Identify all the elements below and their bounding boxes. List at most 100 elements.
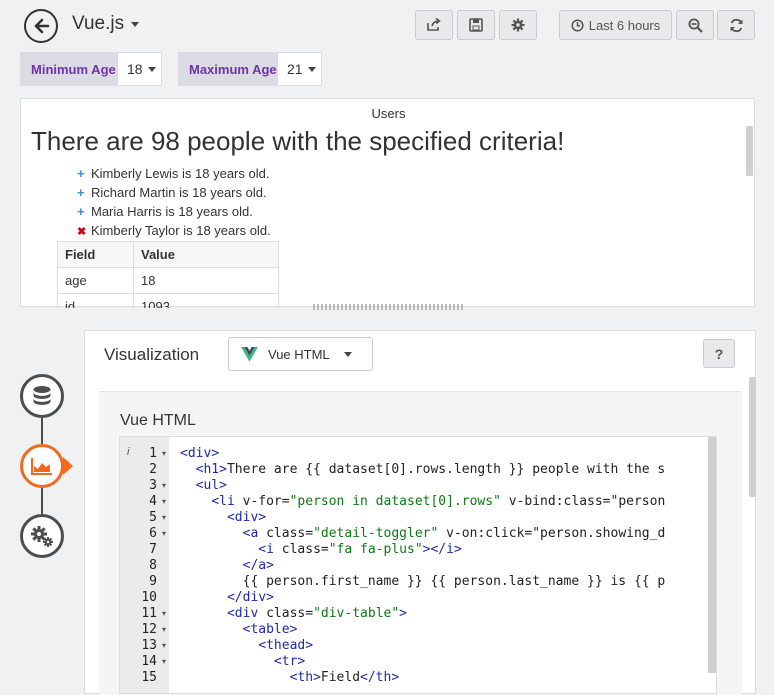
active-step-pointer <box>63 457 73 475</box>
dashboard-title-text: Vue.js <box>72 13 125 34</box>
caret-down-icon <box>343 351 352 357</box>
cogs-icon <box>31 526 53 547</box>
fold-toggle-icon[interactable]: ▾ <box>162 657 166 666</box>
list-item[interactable]: + Kimberly Lewis is 18 years old. <box>77 166 269 181</box>
close-icon[interactable]: ✖ <box>77 225 91 238</box>
list-item[interactable]: + Maria Harris is 18 years old. <box>77 204 253 219</box>
save-icon <box>469 18 483 32</box>
line-number: 13 <box>141 638 157 653</box>
visualization-label: Visualization <box>104 345 200 364</box>
line-number: 12 <box>141 622 157 637</box>
step-visualization[interactable] <box>20 444 64 488</box>
time-range-label: Last 6 hours <box>588 17 661 33</box>
chevron-down-icon <box>131 21 140 27</box>
arrow-left-icon <box>34 18 50 34</box>
code-line[interactable]: <ul> <box>180 478 227 493</box>
table-row: id 1093 <box>57 293 279 308</box>
settings-button[interactable] <box>499 10 537 40</box>
variable-select-max-age[interactable]: 21 <box>277 52 322 86</box>
fold-toggle-icon[interactable]: ▾ <box>162 513 166 522</box>
step-queries[interactable] <box>20 374 64 418</box>
code-line[interactable]: <div> <box>180 446 219 461</box>
fold-toggle-icon[interactable]: ▾ <box>162 481 166 490</box>
share-icon <box>427 18 441 31</box>
editor-scrollbar[interactable] <box>749 377 756 497</box>
fold-toggle-icon[interactable]: ▾ <box>162 641 166 650</box>
line-number: 15 <box>141 670 157 685</box>
fold-toggle-icon[interactable]: ▾ <box>162 497 166 506</box>
refresh-icon <box>730 18 742 32</box>
code-scrollbar[interactable] <box>708 437 716 673</box>
code-line[interactable]: <i class="fa fa-plus"></i> <box>180 542 462 557</box>
list-item[interactable]: + Richard Martin is 18 years old. <box>77 185 267 200</box>
table-cell: 1093 <box>133 293 279 308</box>
clock-icon <box>571 18 584 32</box>
save-button[interactable] <box>457 10 495 40</box>
line-number: 1 <box>149 446 157 461</box>
person-details-table: Field Value age 18 id 1093 <box>57 241 279 308</box>
refresh-button[interactable] <box>717 10 755 40</box>
code-line[interactable]: </div> <box>180 590 274 605</box>
share-button[interactable] <box>415 10 453 40</box>
line-number: 6 <box>149 526 157 541</box>
code-line[interactable]: </a> <box>180 558 274 573</box>
panel-resize-handle[interactable] <box>313 304 463 310</box>
back-button[interactable] <box>24 9 58 43</box>
line-number: 4 <box>149 494 157 509</box>
plus-icon[interactable]: + <box>77 185 91 200</box>
variable-label-max-age: Maximum Age <box>178 52 277 86</box>
column-header: Value <box>133 241 279 268</box>
line-number: 14 <box>141 654 157 669</box>
code-line[interactable]: {{ person.first_name }} {{ person.last_n… <box>180 574 666 589</box>
database-icon <box>33 386 51 405</box>
fold-toggle-icon[interactable]: ▾ <box>162 609 166 618</box>
list-item[interactable]: ✖ Kimberly Taylor is 18 years old. <box>77 223 271 238</box>
dashboard-title[interactable]: Vue.js <box>72 13 140 35</box>
table-cell: id <box>57 293 134 308</box>
code-line[interactable]: <th>Field</th> <box>180 670 400 685</box>
viz-type-select[interactable]: Vue HTML <box>228 337 373 371</box>
table-cell: age <box>57 267 134 294</box>
plus-icon[interactable]: + <box>77 166 91 181</box>
variable-label-min-age: Minimum Age <box>20 52 117 86</box>
code-line[interactable]: <div> <box>180 510 266 525</box>
fold-toggle-icon[interactable]: ▾ <box>162 449 166 458</box>
table-row: age 18 <box>57 267 279 294</box>
variable-select-min-age[interactable]: 18 <box>117 52 162 86</box>
person-text: Kimberly Lewis is 18 years old. <box>91 166 270 181</box>
caret-down-icon <box>147 66 156 72</box>
zoom-out-button[interactable] <box>676 10 714 40</box>
person-text: Maria Harris is 18 years old. <box>91 204 253 219</box>
code-line[interactable]: <tr> <box>180 654 305 669</box>
person-text: Kimberly Taylor is 18 years old. <box>91 223 271 238</box>
plus-icon[interactable]: + <box>77 204 91 219</box>
viz-type-label: Vue HTML <box>268 346 330 362</box>
code-line[interactable]: <div class="div-table"> <box>180 606 407 621</box>
code-line[interactable]: <li v-for="person in dataset[0].rows" v-… <box>180 494 665 509</box>
line-number: 8 <box>149 558 157 573</box>
step-general-settings[interactable] <box>20 514 64 558</box>
table-cell: 18 <box>133 267 279 294</box>
code-line[interactable]: <table> <box>180 622 298 637</box>
panel-heading: There are 98 people with the specified c… <box>31 126 565 156</box>
fold-toggle-icon[interactable]: ▾ <box>162 529 166 538</box>
code-line[interactable]: <h1>There are {{ dataset[0].rows.length … <box>180 462 666 477</box>
area-chart-icon <box>31 458 52 475</box>
gear-icon <box>511 18 525 32</box>
vue-logo-icon <box>241 346 258 362</box>
person-text: Richard Martin is 18 years old. <box>91 185 267 200</box>
line-number: 9 <box>149 574 157 589</box>
time-range-button[interactable]: Last 6 hours <box>559 10 672 40</box>
fold-toggle-icon[interactable]: ▾ <box>162 625 166 634</box>
help-button[interactable]: ? <box>703 339 735 368</box>
section-title: Vue HTML <box>120 412 196 429</box>
line-number: 10 <box>141 590 157 605</box>
code-line[interactable]: <thead> <box>180 638 313 653</box>
panel-scrollbar[interactable] <box>746 126 753 176</box>
panel-title[interactable]: Users <box>21 106 756 121</box>
caret-down-icon <box>307 66 316 72</box>
code-line[interactable]: <a class="detail-toggler" v-on:click="pe… <box>180 526 666 541</box>
line-number: 2 <box>149 462 157 477</box>
help-label: ? <box>714 345 724 362</box>
line-number: 11 <box>141 606 157 621</box>
